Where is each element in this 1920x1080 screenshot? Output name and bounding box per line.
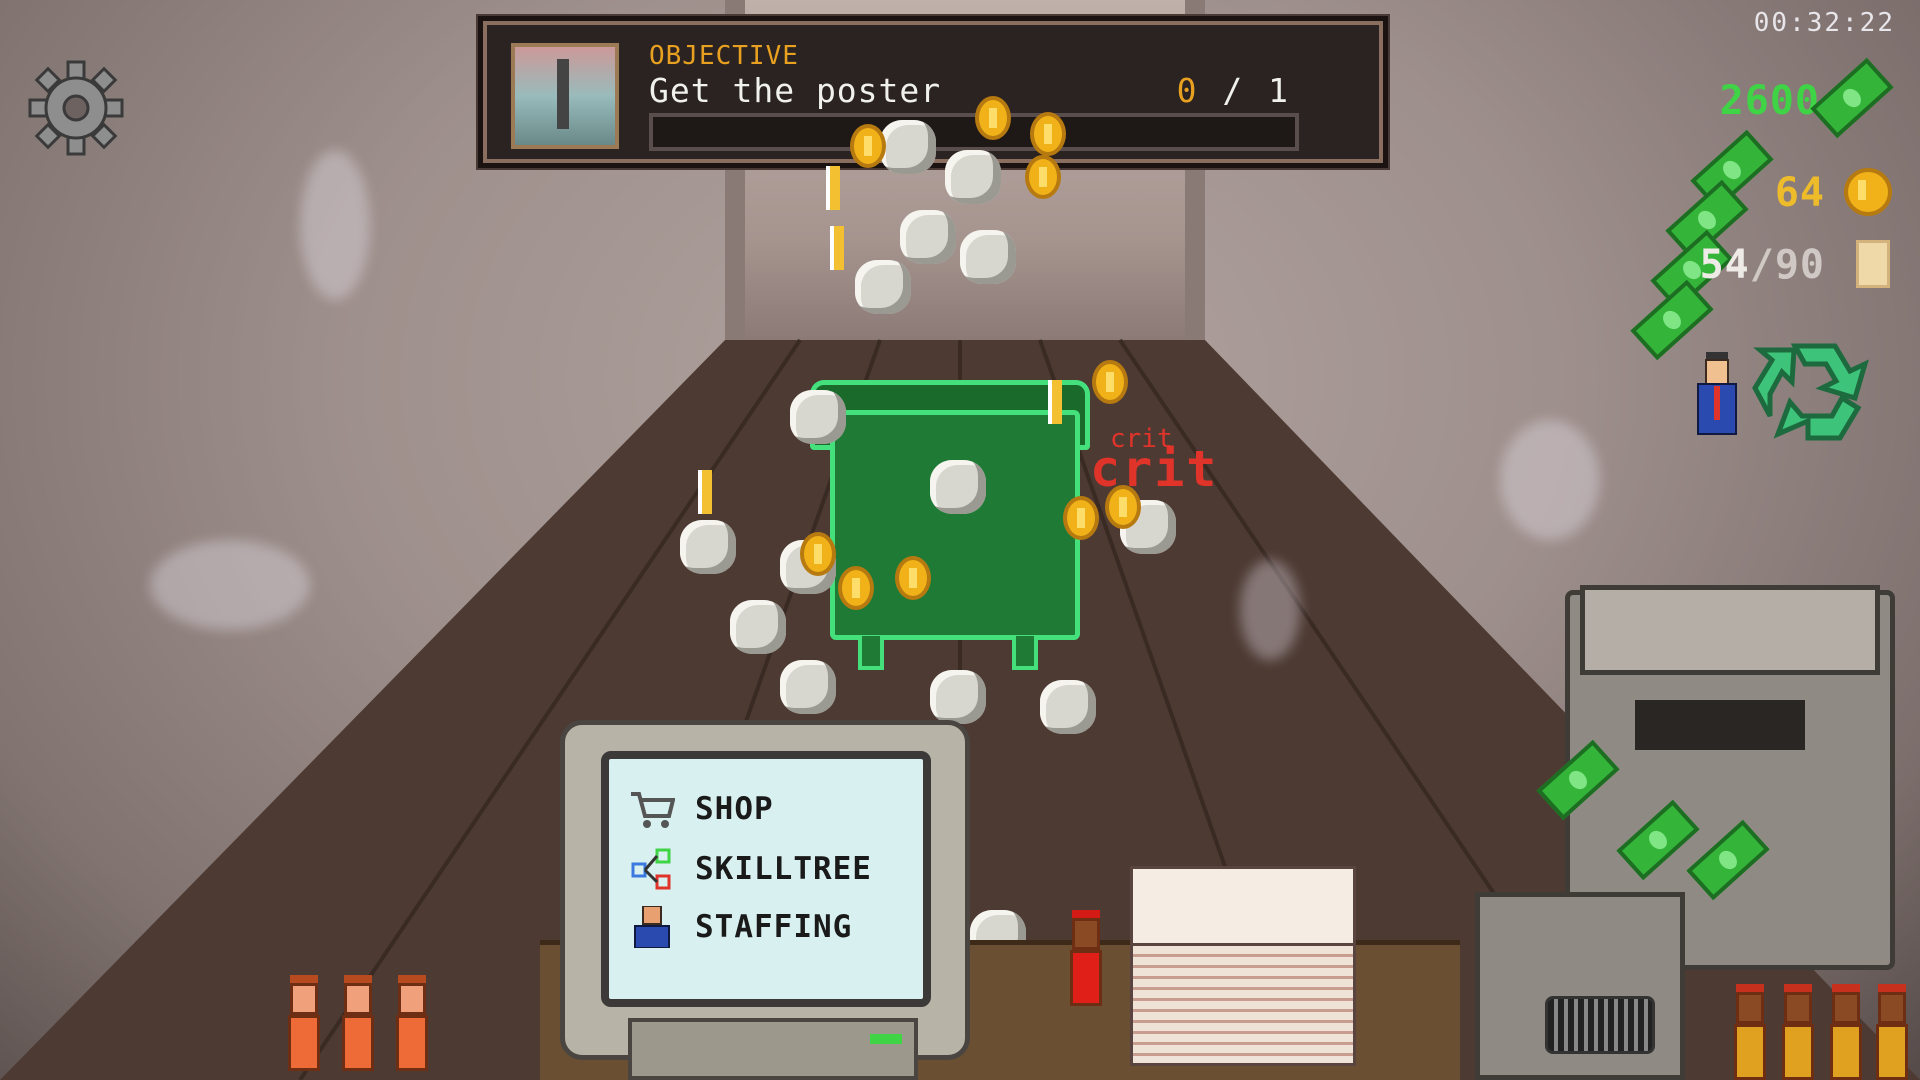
coin-counter: 64: [1774, 170, 1825, 216]
paper-stack-top: [1130, 866, 1356, 946]
coin: [1063, 496, 1099, 540]
paper-current: 54: [1699, 242, 1750, 288]
printer-grille: [1545, 996, 1655, 1054]
paper-icon: [1856, 240, 1890, 288]
dumpster-leg: [1012, 636, 1038, 670]
staff-worker: [1776, 984, 1818, 1080]
staff-icon: [634, 906, 670, 948]
paper-ball: [790, 390, 846, 444]
paper-ball: [900, 210, 956, 264]
coin: [1025, 155, 1061, 199]
menu-skilltree-label: SKILLTREE: [695, 851, 872, 887]
staff-worker: [1824, 984, 1866, 1080]
paper-ball: [930, 460, 986, 514]
coin: [975, 96, 1011, 140]
paper-ball: [960, 230, 1016, 284]
skilltree-icon: [631, 848, 671, 890]
menu-skilltree[interactable]: SKILLTREE: [629, 847, 872, 891]
coin: [895, 556, 931, 600]
menu-staffing[interactable]: STAFFING: [629, 905, 852, 949]
cash-icon: [1810, 57, 1894, 139]
wall-stain: [300, 150, 370, 300]
paper-ball: [730, 600, 786, 654]
objective-progress-current: 0: [1176, 71, 1200, 110]
objective-count: 0 / 1: [1177, 71, 1291, 110]
objective-label: OBJECTIVE: [649, 41, 799, 71]
menu-staffing-label: STAFFING: [695, 909, 853, 945]
dumpster[interactable]: [830, 410, 1080, 640]
coin-icon: [1844, 168, 1892, 216]
paper-ball: [780, 660, 836, 714]
menu-shop[interactable]: SHOP: [629, 787, 774, 831]
paper-ball: [880, 120, 936, 174]
manager-icon[interactable]: [1694, 352, 1740, 442]
paper-ball: [930, 670, 986, 724]
gear-icon[interactable]: [28, 60, 124, 156]
objective-text: Get the poster: [649, 71, 942, 110]
paper-max: 90: [1774, 242, 1825, 288]
cash-icon: [1630, 279, 1714, 361]
coin: [838, 566, 874, 610]
staff-worker: [1064, 910, 1106, 1006]
objective-progress-separator: /: [1199, 71, 1269, 110]
power-led: [870, 1034, 902, 1044]
paper-ball: [1040, 680, 1096, 734]
staff-worker: [390, 975, 432, 1071]
paper-counter: 54/90: [1700, 242, 1825, 288]
staff-worker: [336, 975, 378, 1071]
wall-stain: [150, 540, 310, 630]
dumpster-leg: [858, 636, 884, 670]
staff-worker: [1728, 984, 1770, 1080]
monitor-screen: SHOP SKILLTREE STAFFING: [601, 751, 931, 1007]
game-timer: 00:32:22: [1753, 8, 1895, 38]
wall-stain: [1500, 420, 1600, 540]
monitor-base: [628, 1018, 918, 1080]
coin-edge: [830, 226, 844, 270]
cash-counter: 2600: [1719, 78, 1820, 124]
paper-ball: [680, 520, 736, 574]
cart-icon: [631, 792, 675, 828]
coin: [800, 532, 836, 576]
floor-paper-sheet: [1240, 560, 1300, 660]
coin: [850, 124, 886, 168]
menu-shop-label: SHOP: [695, 791, 774, 827]
copier-lid: [1580, 585, 1880, 675]
game-scene: OBJECTIVE Get the poster 0 / 1 00:32:22 …: [0, 0, 1920, 1080]
coin: [1092, 360, 1128, 404]
crit-popup: crit: [1090, 440, 1219, 498]
coin-edge: [698, 470, 712, 514]
coin-edge: [826, 166, 840, 210]
paper-ball: [945, 150, 1001, 204]
poster-thumbnail: [511, 43, 619, 149]
objective-progress-total: 1: [1268, 71, 1291, 110]
computer-monitor: SHOP SKILLTREE STAFFING: [560, 720, 970, 1060]
coin-edge: [1048, 380, 1062, 424]
objective-progress-bar: [649, 113, 1299, 151]
paper-separator: /: [1749, 242, 1775, 288]
coin: [1030, 112, 1066, 156]
staff-worker: [1870, 984, 1912, 1080]
paper-ball: [855, 260, 911, 314]
staff-worker: [282, 975, 324, 1071]
copier-output-tray: [1635, 700, 1805, 750]
recycle-icon[interactable]: [1750, 336, 1880, 446]
